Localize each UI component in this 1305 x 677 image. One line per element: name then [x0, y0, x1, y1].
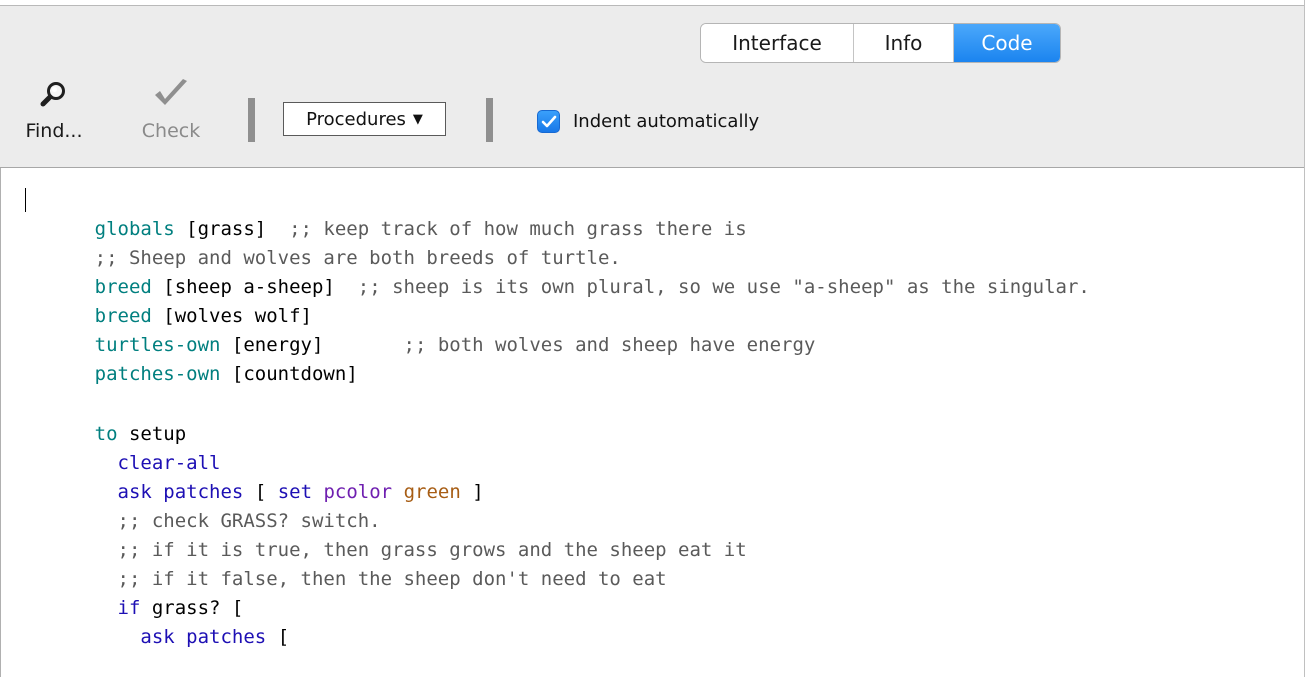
- code-line: ;; if it is true, then grass grows and t…: [94, 539, 747, 561]
- find-button[interactable]: Find...: [22, 80, 86, 142]
- procedures-label: Procedures: [306, 108, 406, 130]
- code-line: to setup: [94, 423, 187, 445]
- toolbar-separator: [248, 98, 255, 142]
- editor-left-border: [0, 168, 1, 677]
- code-line: ask patches [ set pcolor green ]: [117, 481, 484, 503]
- indent-automatically-toggle[interactable]: Indent automatically: [537, 110, 759, 133]
- tab-interface[interactable]: Interface: [701, 24, 854, 62]
- code-line: clear-all: [117, 452, 221, 474]
- check-label: Check: [141, 120, 201, 142]
- code-editor[interactable]: globals [grass] ;; keep track of how muc…: [0, 168, 1305, 677]
- tab-code[interactable]: Code: [954, 24, 1060, 62]
- procedures-dropdown[interactable]: Procedures ▼: [283, 102, 446, 136]
- indent-checkbox[interactable]: [537, 110, 560, 133]
- chevron-down-icon: ▼: [412, 111, 423, 127]
- check-button[interactable]: Check: [134, 78, 208, 142]
- code-line: if grass? [: [117, 597, 244, 619]
- view-tabs: Interface Info Code: [700, 23, 1061, 63]
- magnifier-icon: [39, 80, 69, 114]
- code-line: turtles-own [energy] ;; both wolves and …: [94, 334, 816, 356]
- code-line: ;; if it false, then the sheep don't nee…: [94, 568, 667, 590]
- code-toolbar: Interface Info Code Find... Check Proced…: [0, 6, 1305, 168]
- code-line: ;; check GRASS? switch.: [94, 510, 381, 532]
- checkmark-icon: [152, 78, 190, 116]
- code-line: patches-own [countdown]: [94, 363, 358, 385]
- code-line: ask patches [: [140, 626, 290, 648]
- tab-info[interactable]: Info: [854, 24, 954, 62]
- find-label: Find...: [25, 120, 83, 142]
- code-line: breed [sheep a-sheep] ;; sheep is its ow…: [94, 276, 1090, 298]
- code-line: globals [grass] ;; keep track of how muc…: [94, 218, 747, 240]
- code-line: breed [wolves wolf]: [94, 305, 312, 327]
- indent-label: Indent automatically: [573, 111, 760, 132]
- toolbar-separator: [486, 98, 493, 142]
- code-line: ;; Sheep and wolves are both breeds of t…: [94, 247, 621, 269]
- netlogo-code-window: Interface Info Code Find... Check Proced…: [0, 0, 1305, 677]
